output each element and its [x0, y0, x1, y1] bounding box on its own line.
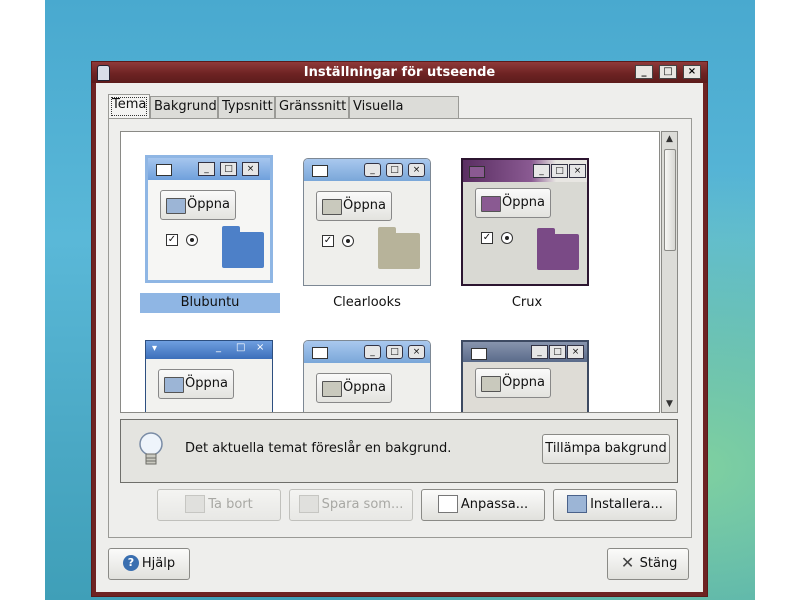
background-suggestion-bar: Det aktuella temat föreslår en bakgrund.… [120, 419, 678, 483]
theme-thumb-crux[interactable]: _ □ × Öppna ✓ [461, 158, 589, 286]
tab-bakgrund[interactable]: Bakgrund [150, 96, 218, 118]
lightbulb-icon [139, 432, 163, 465]
thumb-titlebar: _ □ × [304, 341, 430, 363]
trash-icon [185, 494, 206, 513]
radio-icon [342, 235, 354, 247]
theme-thumb-clearlooks[interactable]: _ □ × Öppna ✓ [303, 158, 431, 286]
thumb-open-button: Öppna [316, 373, 392, 403]
help-icon: ? [122, 554, 139, 571]
theme-name-crux[interactable]: Crux [457, 293, 597, 313]
theme-thumb-5[interactable]: _ □ × Öppna [303, 340, 431, 412]
thumb-open-button: Öppna [160, 190, 236, 220]
apply-background-button[interactable]: Tillämpa bakgrund [542, 434, 670, 464]
app-icon [97, 65, 110, 81]
window-title: Inställningar för utseende [303, 65, 496, 80]
thumb-titlebar: _ □ × [304, 159, 430, 181]
thumb-open-button: Öppna [475, 188, 551, 218]
scroll-down-arrow-icon[interactable]: ▼ [662, 397, 677, 412]
checkbox-icon: ✓ [481, 232, 493, 244]
folder-icon [378, 227, 420, 269]
tab-visuella-effekter[interactable]: Visuella effekter [349, 96, 459, 134]
thumb-titlebar: _ □ × [148, 158, 270, 180]
checkbox-icon: ✓ [322, 235, 334, 247]
thumb-open-button: Öppna [316, 191, 392, 221]
radio-icon [186, 234, 198, 246]
radio-icon [501, 232, 513, 244]
thumb-open-button: Öppna [158, 369, 234, 399]
checkbox-icon: ✓ [166, 234, 178, 246]
save-icon [298, 494, 319, 513]
close-icon: ✕ [620, 552, 635, 572]
tab-granssnitt[interactable]: Gränssnitt [275, 96, 349, 118]
install-button[interactable]: Installera... [553, 489, 677, 521]
customize-button[interactable]: Anpassa... [421, 489, 545, 521]
folder-icon [537, 228, 579, 270]
tab-tema[interactable]: Tema [108, 94, 150, 119]
scroll-up-arrow-icon[interactable]: ▲ [662, 132, 677, 147]
theme-list-scrollbar[interactable]: ▲ ▼ [661, 131, 678, 413]
folder-open-icon [567, 494, 588, 513]
scroll-thumb[interactable] [664, 149, 676, 251]
thumb-titlebar: ▾ _ □ × [146, 341, 272, 359]
remove-button[interactable]: Ta bort [157, 489, 281, 521]
folder-icon [222, 226, 264, 268]
save-as-button[interactable]: Spara som... [289, 489, 413, 521]
thumb-open-button: Öppna [475, 368, 551, 398]
minimize-button[interactable]: _ [635, 65, 653, 79]
edit-icon [437, 494, 458, 513]
suggestion-text: Det aktuella temat föreslår en bakgrund. [185, 441, 452, 456]
theme-thumb-4[interactable]: ▾ _ □ × Öppna [145, 340, 273, 412]
theme-name-clearlooks[interactable]: Clearlooks [297, 293, 437, 313]
window-titlebar[interactable]: Inställningar för utseende _ □ × [92, 62, 707, 83]
close-button[interactable]: ✕ Stäng [607, 548, 689, 580]
thumb-titlebar: _ □ × [463, 342, 587, 362]
help-button[interactable]: ? Hjälp [108, 548, 190, 580]
tab-typsnitt[interactable]: Typsnitt [218, 96, 275, 118]
theme-thumb-blubuntu[interactable]: _ □ × Öppna ✓ [145, 155, 273, 283]
close-window-button[interactable]: × [683, 65, 701, 79]
dropdown-icon: ▾ [152, 343, 158, 354]
theme-list[interactable]: _ □ × Öppna ✓ Blubuntu _ □ × Öppna ✓ Clearlo… [120, 131, 660, 413]
thumb-titlebar: _ □ × [463, 160, 587, 182]
maximize-button[interactable]: □ [659, 65, 677, 79]
theme-thumb-6[interactable]: _ □ × Öppna [461, 340, 589, 412]
theme-name-blubuntu[interactable]: Blubuntu [140, 293, 280, 313]
